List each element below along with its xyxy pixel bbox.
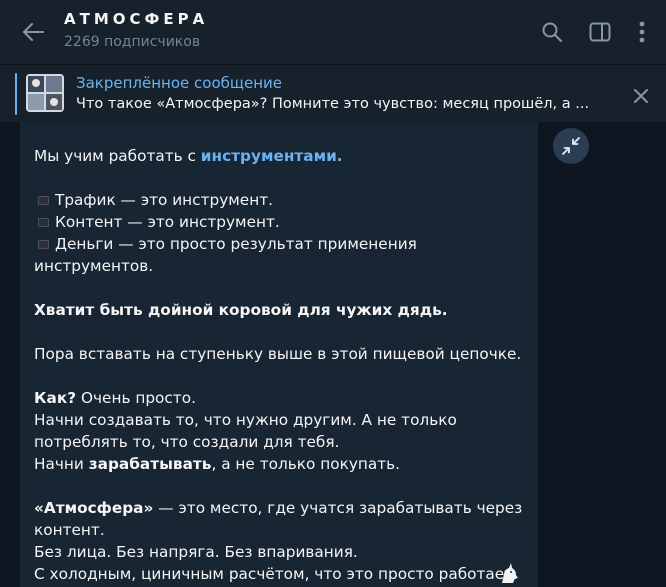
collapse-arrows-icon [562,137,580,155]
back-button[interactable] [18,18,48,46]
sidebar-toggle-button[interactable] [586,18,614,46]
tools-link[interactable]: инструментами. [201,147,343,165]
msg-line: С холодным, циничным расчётом, что это п… [34,565,518,583]
search-icon [542,22,562,42]
pinned-title: Закреплённое сообщение [76,74,283,92]
msg-line: потреблять то, что создали для тебя. [34,433,340,451]
close-pinned-button[interactable] [628,83,654,109]
subscriber-count: 2269 подписчиков [64,34,201,50]
msg-line: Как? Очень просто. [34,389,196,407]
msg-line: Мы учим работать с инструментами. [34,147,343,165]
bullet-icon [38,195,49,205]
collapse-button[interactable] [553,128,589,164]
more-vertical-icon [639,21,645,43]
sidebar-toggle-icon [589,22,611,42]
bullet-icon [38,239,49,249]
unicorn-emoji-icon [498,562,520,584]
msg-line: Хватит быть дойной коровой для чужих дяд… [34,301,448,319]
msg-line: Без лица. Без напряга. Без впаривания. [34,543,358,561]
channel-title[interactable]: АТМОСФЕРА [64,10,208,28]
msg-line: Пора вставать на ступеньку выше в этой п… [34,345,522,363]
search-button[interactable] [538,18,566,46]
pinned-thumbnail [26,74,64,112]
msg-line: контент. [34,521,105,539]
more-button[interactable] [628,18,656,46]
bullet-icon [38,217,49,227]
bullet-line: Контент — это инструмент. [34,211,524,233]
chat-header: АТМОСФЕРА 2269 подписчиков [0,0,666,64]
msg-line: Начни зарабатывать, а не только покупать… [34,455,401,473]
bullet-line: Деньги — это просто результат применения [34,233,524,255]
pinned-indicator [15,73,17,115]
msg-line: «Атмосфера» — это место, где учатся зара… [34,499,523,517]
bullet-line: Трафик — это инструмент. [34,189,524,211]
message-text: Мы учим работать с инструментами. Трафик… [34,145,524,585]
pinned-message-bar[interactable]: Закреплённое сообщение Что такое «Атмосф… [0,64,666,122]
pinned-preview: Что такое «Атмосфера»? Помните это чувст… [76,96,590,112]
msg-line: инструментов. [34,257,154,275]
chat-area: Мы учим работать с инструментами. Трафик… [0,122,666,587]
close-icon [634,89,648,103]
back-arrow-icon [23,23,44,41]
msg-line: Начни создавать то, что нужно другим. А … [34,411,457,429]
